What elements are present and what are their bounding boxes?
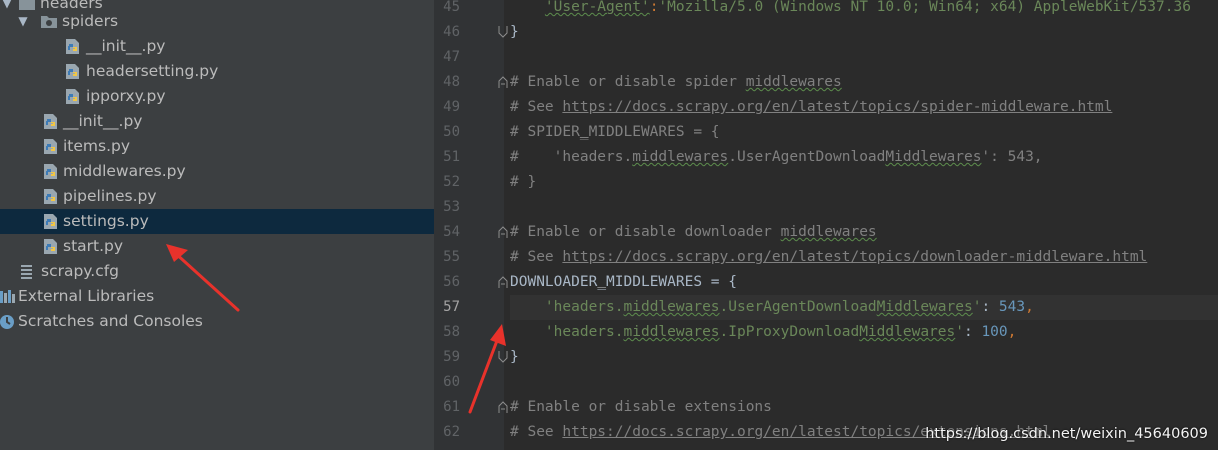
tree-item-scratches-and-consoles[interactable]: Scratches and Consoles: [0, 309, 434, 334]
line-number: 49: [443, 99, 460, 115]
tree-item-settings-py[interactable]: settings.py: [0, 209, 434, 234]
code-line[interactable]: [510, 45, 1218, 70]
tree-item-label: middlewares.py: [63, 162, 186, 180]
line-number: 58: [443, 324, 460, 340]
tree-item-label: __init__.py: [86, 37, 166, 55]
line-number-gutter[interactable]: 45 46 47 48 49 50 51 52 53 54 55 56 57 5…: [434, 0, 508, 450]
code-line[interactable]: DOWNLOADER_MIDDLEWARES = {: [510, 270, 1218, 295]
line-number: 48: [443, 74, 460, 90]
fold-start-icon[interactable]: [498, 276, 508, 288]
line-number: 59: [443, 349, 460, 365]
tree-item-middlewares-py[interactable]: middlewares.py: [0, 159, 434, 184]
code-line[interactable]: 'headers.middlewares.IpProxyDownloadMidd…: [510, 320, 1218, 345]
scratches-icon: [0, 313, 16, 330]
code-line[interactable]: }: [510, 345, 1218, 370]
tree-item-label: Scratches and Consoles: [18, 312, 203, 330]
python-file-icon: [64, 38, 82, 55]
line-number: 55: [443, 249, 460, 265]
line-number: 47: [443, 49, 460, 65]
code-line[interactable]: # SPIDER_MIDDLEWARES = {: [510, 120, 1218, 145]
code-editor[interactable]: 45 46 47 48 49 50 51 52 53 54 55 56 57 5…: [434, 0, 1218, 450]
line-number: 53: [443, 199, 460, 215]
line-number: 45: [443, 0, 460, 15]
fold-start-icon[interactable]: [498, 76, 508, 88]
line-number: 50: [443, 124, 460, 140]
tree-item-init-py[interactable]: __init__.py: [0, 34, 434, 59]
python-file-icon: [42, 163, 60, 180]
tree-item-label: ipporxy.py: [86, 87, 166, 105]
tree-item-label: items.py: [63, 137, 131, 155]
python-file-icon: [42, 213, 60, 230]
tree-item-external-libraries[interactable]: External Libraries: [0, 284, 434, 309]
tree-item-pipelines-py[interactable]: pipelines.py: [0, 184, 434, 209]
line-number: 62: [443, 424, 460, 440]
watermark-text: https://blog.csdn.net/weixin_45640609: [925, 426, 1208, 442]
project-tree[interactable]: ▼ headers ▼ spiders __init__.py headerse…: [0, 0, 434, 450]
tree-item-label: headersetting.py: [86, 62, 219, 80]
line-number: 56: [443, 274, 460, 290]
collapse-arrow-icon[interactable]: ▼: [16, 12, 30, 30]
python-file-icon: [64, 88, 82, 105]
config-file-icon: [18, 263, 36, 280]
code-line[interactable]: # Enable or disable downloader middlewar…: [510, 220, 1218, 245]
tree-item-label: External Libraries: [18, 287, 155, 305]
line-number: 60: [443, 374, 460, 390]
fold-start-icon[interactable]: [498, 226, 508, 238]
tree-item-spiders-folder[interactable]: ▼ spiders: [0, 9, 434, 34]
code-line[interactable]: # }: [510, 170, 1218, 195]
code-area[interactable]: 'User-Agent':'Mozilla/5.0 (Windows NT 10…: [510, 0, 1218, 450]
tree-item-scrapy-cfg[interactable]: scrapy.cfg: [0, 259, 434, 284]
tree-item-items-py[interactable]: items.py: [0, 134, 434, 159]
tree-item-label: spiders: [62, 12, 119, 30]
libraries-icon: [0, 288, 16, 305]
code-line-current[interactable]: 'headers.middlewares.UserAgentDownloadMi…: [510, 295, 1218, 320]
fold-end-icon[interactable]: [498, 351, 508, 363]
code-line[interactable]: # 'headers.middlewares.UserAgentDownload…: [510, 145, 1218, 170]
tree-item-init-py-root[interactable]: __init__.py: [0, 109, 434, 134]
code-line[interactable]: # Enable or disable extensions: [510, 395, 1218, 420]
code-line[interactable]: # See https://docs.scrapy.org/en/latest/…: [510, 95, 1218, 120]
fold-start-icon[interactable]: [498, 401, 508, 413]
line-number: 61: [443, 399, 460, 415]
fold-end-icon[interactable]: [498, 26, 508, 38]
python-file-icon: [42, 188, 60, 205]
code-line[interactable]: [510, 195, 1218, 220]
code-line[interactable]: [510, 370, 1218, 395]
tree-item-label: settings.py: [63, 212, 149, 230]
python-file-icon: [42, 238, 60, 255]
code-line[interactable]: # See https://docs.scrapy.org/en/latest/…: [510, 245, 1218, 270]
line-number: 46: [443, 24, 460, 40]
tree-item-label: __init__.py: [63, 112, 143, 130]
doc-link[interactable]: https://docs.scrapy.org/en/latest/topics…: [562, 99, 1112, 115]
line-number: 51: [443, 149, 460, 165]
python-file-icon: [42, 113, 60, 130]
tree-item-ipporxy-py[interactable]: ipporxy.py: [0, 84, 434, 109]
code-line[interactable]: 'User-Agent':'Mozilla/5.0 (Windows NT 10…: [510, 0, 1218, 20]
python-file-icon: [42, 138, 60, 155]
folder-icon: [40, 13, 58, 30]
line-number: 54: [443, 224, 460, 240]
doc-link[interactable]: https://docs.scrapy.org/en/latest/topics…: [562, 249, 1147, 265]
code-line[interactable]: # Enable or disable spider middlewares: [510, 70, 1218, 95]
python-file-icon: [64, 63, 82, 80]
tree-item-label: start.py: [63, 237, 124, 255]
tree-item-headersetting-py[interactable]: headersetting.py: [0, 59, 434, 84]
tree-item-label: scrapy.cfg: [41, 262, 120, 280]
line-number-current: 57: [443, 299, 460, 315]
tree-item-label: pipelines.py: [63, 187, 157, 205]
tree-item-start-py[interactable]: start.py: [0, 234, 434, 259]
line-number: 52: [443, 174, 460, 190]
code-line[interactable]: }: [510, 20, 1218, 45]
